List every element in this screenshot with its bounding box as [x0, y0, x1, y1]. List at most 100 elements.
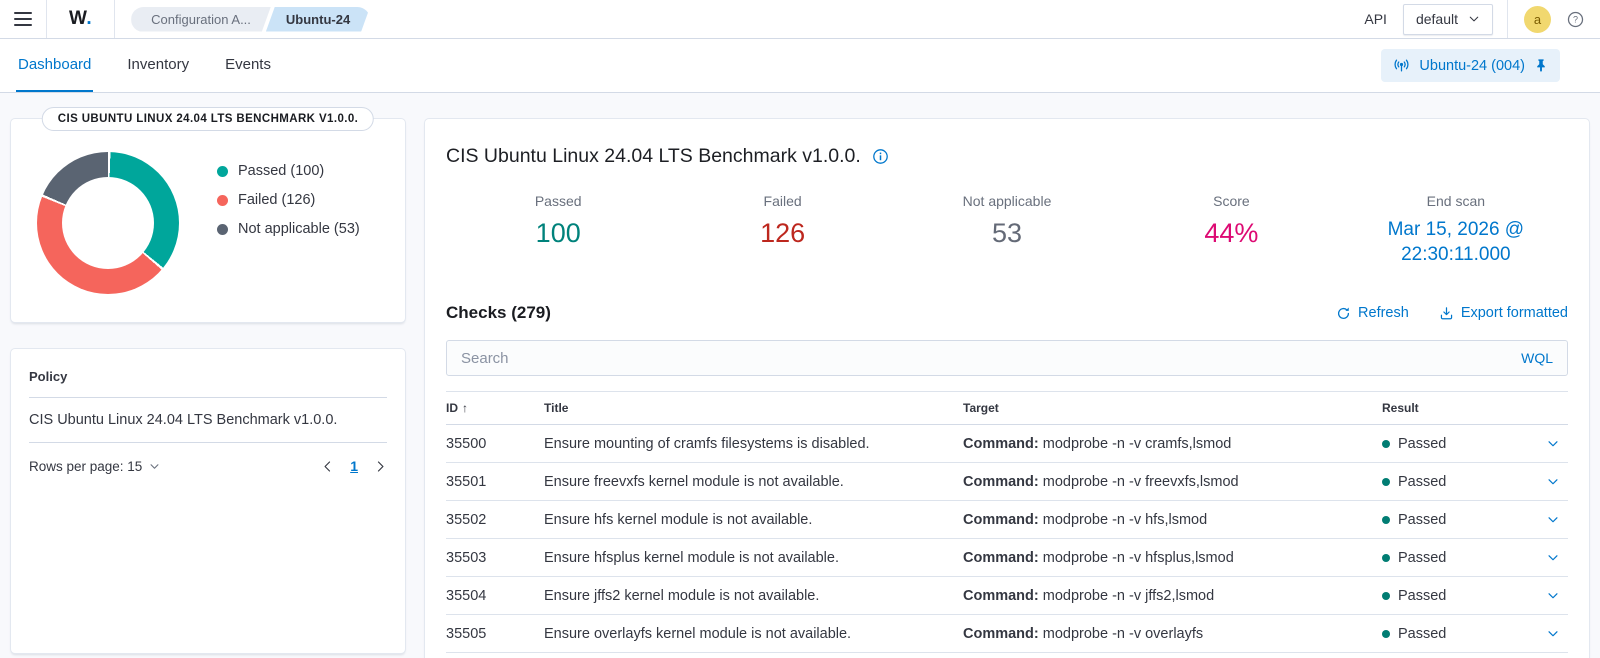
top-navigation-bar: W. Configuration A... Ubuntu-24 API defa… [0, 0, 1600, 39]
result-label: Passed [1398, 549, 1447, 566]
check-row-35505[interactable]: 35505 Ensure overlayfs kernel module is … [446, 615, 1568, 654]
refresh-label: Refresh [1358, 305, 1409, 322]
check-id: 35505 [446, 625, 487, 642]
info-icon[interactable] [872, 148, 889, 165]
export-download-icon [1440, 307, 1452, 320]
expand-row-chevron-icon[interactable] [1546, 589, 1568, 603]
result-passed-dot [1382, 591, 1390, 600]
check-title: Ensure hfs kernel module is not availabl… [544, 511, 813, 528]
svg-text:?: ? [1573, 14, 1578, 24]
breadcrumb-configuration-assessment[interactable]: Configuration A... [131, 7, 271, 32]
check-id: 35504 [446, 587, 487, 604]
check-row-35502[interactable]: 35502 Ensure hfs kernel module is not av… [446, 501, 1568, 540]
user-avatar[interactable]: a [1524, 5, 1551, 33]
policy-table-footer: Rows per page: 15 1 [11, 443, 405, 489]
column-header-title[interactable]: Title [544, 401, 963, 415]
legend-label-not-applicable: Not applicable (53) [238, 221, 360, 237]
stat-passed-value: 100 [535, 218, 581, 248]
checks-table: ID ↑ Title Target Result 35500 Ensure mo… [446, 391, 1568, 654]
legend-item-passed[interactable]: Passed (100) [217, 163, 360, 179]
pin-icon[interactable] [1534, 58, 1548, 73]
checks-heading: Checks (279) [446, 303, 551, 323]
rows-per-page-button[interactable]: Rows per page: 15 [29, 459, 160, 474]
legend-dot-passed [217, 165, 228, 177]
check-target: Command: modprobe -n -v hfsplus,lsmod [963, 550, 1382, 566]
target-command: modprobe -n -v freevxfs,lsmod [1042, 473, 1239, 490]
api-host-selected-value: default [1415, 11, 1458, 27]
checks-search-bar: WQL [446, 340, 1568, 377]
target-type-label: Command: [963, 511, 1039, 528]
search-input[interactable] [447, 341, 1508, 376]
export-formatted-button[interactable]: Export formatted [1439, 305, 1568, 321]
policy-row[interactable]: CIS Ubuntu Linux 24.04 LTS Benchmark v1.… [11, 398, 405, 442]
legend-item-not-applicable[interactable]: Not applicable (53) [217, 221, 360, 237]
previous-page-icon[interactable] [321, 460, 334, 473]
benchmark-summary-card-title: CIS UBUNTU LINUX 24.04 LTS BENCHMARK V1.… [41, 107, 375, 131]
expand-row-chevron-icon[interactable] [1546, 551, 1568, 565]
check-result: Passed [1382, 550, 1524, 566]
target-type-label: Command: [963, 625, 1039, 642]
expand-row-chevron-icon[interactable] [1546, 437, 1568, 451]
sort-ascending-icon: ↑ [462, 401, 468, 416]
target-command: modprobe -n -v jffs2,lsmod [1042, 587, 1215, 604]
wql-language-button[interactable]: WQL [1507, 350, 1567, 366]
expand-row-chevron-icon[interactable] [1546, 475, 1568, 489]
topbar-divider [1507, 0, 1508, 38]
tab-events[interactable]: Events [223, 39, 273, 92]
check-id: 35502 [446, 511, 487, 528]
stat-score-label: Score [1213, 193, 1250, 209]
column-header-target[interactable]: Target [963, 401, 1382, 415]
expand-row-chevron-icon[interactable] [1546, 627, 1568, 641]
benchmark-detail-card: CIS Ubuntu Linux 24.04 LTS Benchmark v1.… [424, 118, 1590, 658]
left-column: CIS UBUNTU LINUX 24.04 LTS BENCHMARK V1.… [10, 107, 406, 654]
target-command: modprobe -n -v hfsplus,lsmod [1042, 549, 1234, 566]
refresh-button[interactable]: Refresh [1336, 305, 1409, 321]
expand-row-chevron-icon[interactable] [1546, 513, 1568, 527]
benchmark-stats: Passed 100 Failed 126 Not applicable 53 … [446, 193, 1568, 267]
legend-dot-failed [217, 194, 228, 206]
legend-dot-not-applicable [217, 223, 228, 235]
breadcrumb-agent[interactable]: Ubuntu-24 [266, 7, 370, 32]
check-row-35504[interactable]: 35504 Ensure jffs2 kernel module is not … [446, 577, 1568, 616]
check-result: Passed [1382, 588, 1524, 604]
next-page-icon[interactable] [374, 460, 387, 473]
policy-column-header: Policy [29, 369, 68, 384]
wazuh-logo[interactable]: W. [47, 8, 114, 30]
result-label: Passed [1398, 473, 1447, 490]
donut-legend: Passed (100) Failed (126) Not applicable… [217, 152, 360, 294]
breadcrumb: Configuration A... Ubuntu-24 [131, 7, 370, 32]
page-number-1[interactable]: 1 [350, 458, 358, 474]
donut-chart[interactable] [37, 152, 179, 294]
pagination: 1 [321, 458, 387, 474]
check-target: Command: modprobe -n -v cramfs,lsmod [963, 436, 1382, 452]
tab-dashboard[interactable]: Dashboard [16, 39, 94, 92]
target-type-label: Command: [963, 473, 1039, 490]
chevron-down-icon [150, 463, 159, 469]
selected-agent-chip[interactable]: Ubuntu-24 (004) [1381, 49, 1560, 82]
stat-end-scan-value: Mar 15, 2026 @ 22:30:11.000 [1387, 219, 1525, 265]
result-passed-dot [1382, 553, 1390, 562]
benchmark-title: CIS Ubuntu Linux 24.04 LTS Benchmark v1.… [446, 145, 861, 167]
target-type-label: Command: [963, 587, 1039, 604]
check-target: Command: modprobe -n -v hfs,lsmod [963, 512, 1382, 528]
column-header-id[interactable]: ID ↑ [446, 401, 544, 415]
check-id: 35501 [446, 473, 487, 490]
api-host-selector[interactable]: default [1402, 3, 1493, 35]
result-label: Passed [1398, 435, 1447, 452]
column-header-result[interactable]: Result [1382, 401, 1524, 415]
page-content: CIS UBUNTU LINUX 24.04 LTS BENCHMARK V1.… [0, 93, 1600, 658]
legend-item-failed[interactable]: Failed (126) [217, 192, 360, 208]
check-row-35503[interactable]: 35503 Ensure hfsplus kernel module is no… [446, 539, 1568, 578]
check-row-35500[interactable]: 35500 Ensure mounting of cramfs filesyst… [446, 425, 1568, 464]
stat-not-applicable: Not applicable 53 [895, 193, 1119, 267]
check-row-35501[interactable]: 35501 Ensure freevxfs kernel module is n… [446, 463, 1568, 502]
refresh-icon [1338, 307, 1350, 319]
api-link[interactable]: API [1364, 11, 1387, 27]
target-type-label: Command: [963, 435, 1039, 452]
menu-hamburger-icon[interactable] [0, 0, 46, 38]
stat-failed: Failed 126 [670, 193, 894, 267]
target-command: modprobe -n -v overlayfs [1042, 625, 1204, 642]
tab-inventory[interactable]: Inventory [125, 39, 191, 92]
rows-per-page-label: Rows per page: 15 [29, 458, 143, 474]
help-icon[interactable]: ? [1567, 11, 1584, 28]
